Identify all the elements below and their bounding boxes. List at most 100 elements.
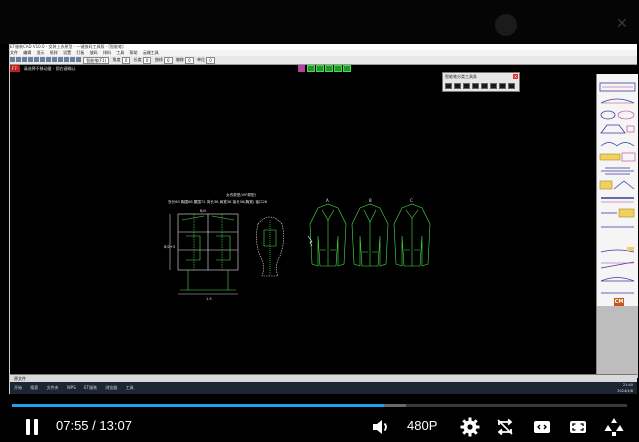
palette-tool-4[interactable] — [472, 83, 479, 89]
taskbar-item[interactable]: 搜索 — [30, 385, 38, 390]
smart-pen-palette: 智能笔分类工具条 × — [442, 72, 520, 92]
piece-thumbnail[interactable] — [599, 78, 636, 92]
unit-field[interactable]: 0 — [206, 57, 215, 64]
gear-icon[interactable] — [460, 417, 480, 437]
piece-thumbnail[interactable] — [599, 256, 636, 269]
piece-thumbnail[interactable] — [599, 204, 636, 218]
current-time: 07:55 — [56, 418, 89, 433]
window-title: ET服装CAD V10.0 - 女装上衣原型 - 一键放码工具版 - [智能笔] — [10, 44, 124, 49]
palette-tool-3[interactable] — [463, 83, 470, 89]
line-icon[interactable] — [70, 57, 75, 62]
palette-tool-1[interactable] — [445, 83, 452, 89]
avatar-icon[interactable] — [495, 14, 517, 36]
pieces-empty-area — [597, 306, 638, 378]
offset-label: 偏移 — [175, 57, 184, 62]
menu-item-draft[interactable]: 打板 — [76, 50, 84, 55]
palette-tool-2[interactable] — [454, 83, 461, 89]
loop-icon[interactable] — [495, 417, 515, 437]
cad-drawing-canvas[interactable]: 女衣原型(VIP原型) 衣长60 胸围88 腰围72 背长38 肩宽38 袖长5… — [160, 190, 450, 350]
new-icon[interactable] — [10, 57, 15, 62]
menu-item-file[interactable]: 文件 — [10, 50, 18, 55]
zoom-fit-icon[interactable] — [40, 57, 45, 62]
pen-select[interactable]: 智能笔(F1) — [83, 57, 110, 64]
palette-tool-5[interactable] — [481, 83, 488, 89]
time-display: 07:55 / 13:07 — [56, 418, 132, 433]
close-icon[interactable]: ✕ — [614, 16, 630, 32]
menu-item-cloud[interactable]: 云端工具 — [143, 50, 159, 55]
zoom-out-icon[interactable] — [34, 57, 39, 62]
piece-thumbnail[interactable] — [599, 120, 636, 134]
time-separator: / — [92, 418, 96, 433]
layer-color-button[interactable] — [298, 65, 305, 72]
unit-label: 单位 — [196, 57, 205, 62]
dimension-label: B/2+5 — [164, 245, 175, 249]
undo-icon[interactable] — [46, 57, 51, 62]
menu-item-edit[interactable]: 编辑 — [23, 50, 31, 55]
palette-tool-6[interactable] — [490, 83, 497, 89]
taskbar-item[interactable]: 工具 — [126, 385, 134, 390]
widescreen-icon[interactable] — [532, 417, 552, 437]
piece-thumbnail[interactable] — [599, 270, 636, 282]
piece-thumbnail[interactable] — [599, 92, 636, 104]
piece-thumbnail[interactable] — [599, 242, 636, 254]
menu-item-marker[interactable]: 排料 — [103, 50, 111, 55]
volume-icon[interactable] — [370, 417, 390, 437]
quality-button[interactable]: 480P — [407, 418, 437, 433]
offset-field[interactable]: 0 — [185, 57, 194, 64]
palette-tool-8[interactable] — [508, 83, 515, 89]
menu-item-help[interactable]: 帮助 — [130, 50, 138, 55]
cad-window: ET服装CAD V10.0 - 女装上衣原型 - 一键放码工具版 - [智能笔]… — [9, 44, 638, 394]
tool-button-1[interactable] — [307, 65, 315, 72]
taskbar-item[interactable]: WPS — [67, 385, 76, 390]
piece-thumbnail[interactable] — [599, 148, 636, 162]
jacket-variant-a[interactable] — [309, 203, 347, 267]
piece-thumbnail[interactable] — [599, 134, 636, 147]
palette-tool-7[interactable] — [499, 83, 506, 89]
jacket-variant-b[interactable] — [351, 203, 389, 267]
taskbar-start[interactable]: 开始 — [14, 385, 22, 390]
drawing-specs: 衣长60 胸围88 腰围72 背长38 肩宽38 袖长56(胸宽) 袖口26 — [168, 199, 268, 204]
bottom-tab[interactable]: 原文件 — [14, 376, 26, 381]
progress-bar[interactable] — [12, 404, 627, 407]
menu-item-tools[interactable]: 工具 — [116, 50, 124, 55]
piece-thumbnail[interactable] — [599, 176, 636, 190]
piece-thumbnail[interactable] — [599, 162, 636, 175]
fullscreen-icon[interactable] — [568, 417, 588, 437]
tool-button-5[interactable] — [343, 65, 351, 72]
piece-thumbnail[interactable] — [599, 284, 636, 296]
open-icon[interactable] — [16, 57, 21, 62]
os-taskbar: 开始 搜索 文件夹 WPS ET服装 浏览器 工具 21:40 2024/4/8 — [10, 382, 637, 394]
taskbar-item[interactable]: 浏览器 — [105, 385, 117, 390]
taskbar-item[interactable]: 文件夹 — [47, 385, 59, 390]
pause-icon[interactable] — [26, 419, 40, 435]
piece-thumbnail[interactable] — [599, 190, 636, 203]
variant-label-b: B — [369, 198, 372, 203]
menu-item-settings[interactable]: 设置 — [63, 50, 71, 55]
redo-icon[interactable] — [52, 57, 57, 62]
menu-item-grade[interactable]: 放码 — [90, 50, 98, 55]
tool-button-3[interactable] — [325, 65, 333, 72]
save-icon[interactable] — [22, 57, 27, 62]
angle-field[interactable]: 0 — [121, 57, 131, 64]
piece-thumbnail[interactable] — [599, 106, 636, 120]
point-icon[interactable] — [64, 57, 69, 62]
sleeve-draft[interactable] — [256, 216, 284, 277]
measure-icon[interactable] — [58, 57, 63, 62]
jacket-variant-c[interactable] — [393, 203, 431, 267]
taskbar-clock[interactable]: 21:40 2024/4/8 — [617, 382, 633, 394]
curve-icon[interactable] — [76, 57, 81, 62]
length-field[interactable]: 0 — [142, 57, 152, 64]
tip-icon[interactable] — [604, 417, 624, 437]
unit-badge[interactable]: CM — [614, 298, 624, 306]
menu-item-pattern[interactable]: 纸样 — [50, 50, 58, 55]
piece-thumbnail[interactable] — [599, 218, 636, 230]
tool-button-4[interactable] — [334, 65, 342, 72]
menu-item-view[interactable]: 显示 — [37, 50, 45, 55]
mouse-cursor-icon — [307, 235, 313, 247]
tool-button-2[interactable] — [316, 65, 324, 72]
block-draft[interactable] — [169, 213, 239, 295]
taskbar-item[interactable]: ET服装 — [84, 385, 97, 390]
zoom-in-icon[interactable] — [28, 57, 33, 62]
curve-field[interactable]: 0 — [164, 57, 173, 64]
palette-close-button[interactable]: × — [513, 74, 518, 79]
